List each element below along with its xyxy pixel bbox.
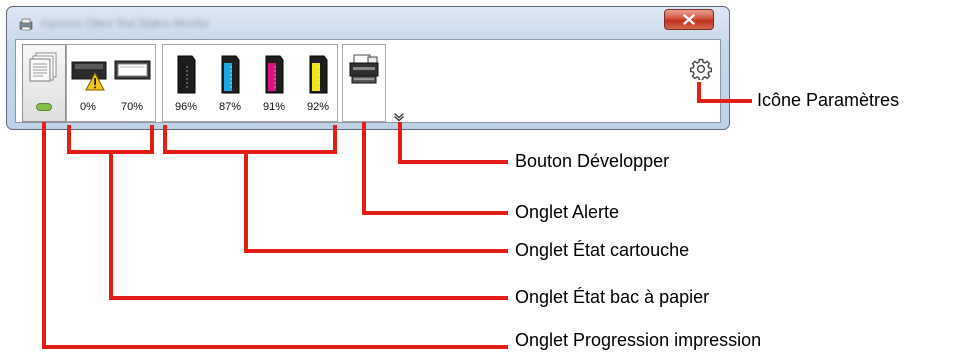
window-title: Kyocera Client Tool Status Monitor: [41, 18, 210, 30]
callout-alert-label: Onglet Alerte: [515, 202, 620, 222]
tab-paper-tray[interactable]: 0% 70%: [66, 44, 156, 122]
callout-line-toner: [244, 150, 248, 252]
tab-toner-status[interactable]: 96% 87% 91% 92%: [162, 44, 338, 122]
callout-line-progress: [42, 345, 508, 349]
tray-2-level: 70%: [120, 101, 144, 113]
callout-line-paper: [109, 150, 113, 299]
toner-cartridge-icon: [309, 55, 328, 94]
toner-cartridges: 96% 87% 91% 92%: [163, 45, 339, 121]
callout-line-paper: [109, 296, 508, 300]
callout-expand-label: Bouton Développer: [515, 151, 670, 171]
progress-pill-icon: [36, 103, 52, 111]
tab-alert[interactable]: [342, 44, 386, 122]
paper-tray-icon: [114, 60, 151, 80]
toner-level: 92%: [306, 101, 330, 113]
toner-cartridge-icon: [265, 55, 284, 94]
close-icon: [683, 14, 695, 25]
toner-level: 87%: [218, 101, 242, 113]
callout-line-expand: [398, 160, 508, 164]
printer-app-icon: [19, 18, 33, 31]
document-stack-icon: [29, 52, 57, 82]
callout-line-expand: [398, 122, 402, 162]
toner-cartridge-icon: [177, 55, 196, 94]
callout-progress-label: Onglet Progression impression: [515, 330, 762, 350]
toner-level: 96%: [174, 101, 198, 113]
callout-line-toner: [244, 249, 508, 253]
callout-paper-label: Onglet État bac à papier: [515, 287, 710, 307]
printer-alert-icon: [349, 54, 379, 84]
toner-cartridge-icon: [221, 55, 240, 94]
tab-print-progress[interactable]: [22, 44, 66, 122]
callout-line-progress: [42, 122, 46, 349]
callout-settings-label: Icône Paramètres: [757, 90, 900, 110]
paper-tray-warning-icon: [71, 61, 107, 91]
close-button[interactable]: [664, 9, 714, 30]
expand-chevron-icon[interactable]: [393, 112, 405, 122]
callout-bracket-toner: [163, 150, 337, 154]
callout-toner-label: Onglet État cartouche: [515, 240, 690, 260]
callout-line-alert: [362, 122, 366, 214]
callout-line-alert: [362, 211, 508, 215]
tray-1-level: 0%: [80, 101, 96, 113]
gear-icon[interactable]: [690, 58, 712, 80]
callout-line-settings: [697, 99, 752, 103]
toner-level: 91%: [262, 101, 286, 113]
